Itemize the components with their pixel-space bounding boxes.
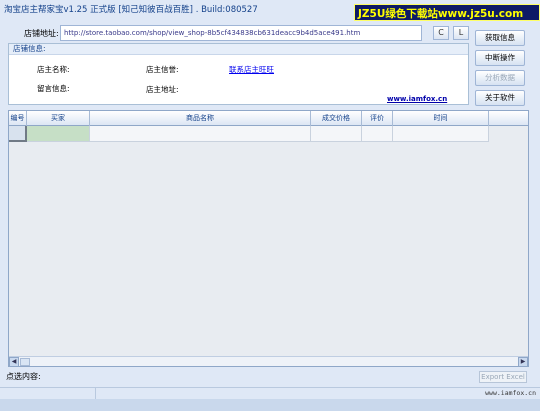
grid-header: 编号 买家 商品名称 成交价格 评价 时间 (9, 111, 528, 126)
scroll-right-icon[interactable]: ▶ (518, 357, 528, 367)
owner-address-label: 店主地址: (146, 85, 179, 94)
results-grid[interactable]: 编号 买家 商品名称 成交价格 评价 时间 ◀ ▶ (8, 110, 529, 367)
horizontal-scrollbar[interactable]: ◀ ▶ (9, 356, 528, 367)
status-segment (0, 388, 96, 399)
scroll-left-icon[interactable]: ◀ (9, 357, 19, 367)
watermark-banner: JZ5U绿色下载站www.jz5u.com (354, 4, 540, 21)
owner-name-label: 店主名称: (37, 65, 70, 74)
shop-url-input[interactable]: http://store.taobao.com/shop/view_shop-8… (60, 25, 422, 41)
export-excel-button[interactable]: Export Excel (479, 371, 527, 383)
contact-owner-link[interactable]: 联系店主旺旺 (229, 64, 274, 75)
owner-credit-label: 店主信誉: (146, 65, 179, 74)
message-label: 留言信息: (37, 84, 70, 93)
buyer-cell[interactable] (27, 126, 90, 142)
status-bar: www.iamfox.cn (0, 387, 540, 399)
url-label: 店铺地址: (24, 29, 59, 38)
rating-cell[interactable] (362, 126, 393, 142)
analyze-data-button[interactable]: 分析数据 (475, 70, 525, 86)
selected-content-label: 点选内容: (6, 372, 41, 381)
price-cell[interactable] (311, 126, 362, 142)
table-row[interactable] (9, 126, 489, 142)
product-name-cell[interactable] (90, 126, 311, 142)
col-price[interactable]: 成交价格 (311, 111, 362, 126)
about-button[interactable]: 关于软件 (475, 90, 525, 106)
bottom-strip (0, 399, 540, 411)
go-button[interactable]: L (453, 26, 469, 40)
col-buyer[interactable]: 买家 (27, 111, 90, 126)
col-filler (489, 111, 528, 126)
site-link[interactable]: www.iamfox.cn (387, 95, 447, 103)
shop-info-panel: 店铺信息: 店主名称: 店主信誉: 联系店主旺旺 留言信息: 店主地址: www… (8, 43, 469, 105)
scroll-thumb[interactable] (20, 358, 30, 366)
refresh-button[interactable]: C (433, 26, 449, 40)
col-rating[interactable]: 评价 (362, 111, 393, 126)
col-time[interactable]: 时间 (393, 111, 489, 126)
fetch-info-button[interactable]: 获取信息 (475, 30, 525, 46)
window-title: 淘宝店主帮家宝v1.25 正式版 [知己知彼百战百胜] . Build:0805… (4, 5, 258, 15)
time-cell[interactable] (393, 126, 489, 142)
shop-info-header: 店铺信息: (9, 44, 468, 55)
status-text: www.iamfox.cn (485, 389, 536, 397)
col-id[interactable]: 编号 (9, 111, 27, 126)
stop-button[interactable]: 中断操作 (475, 50, 525, 66)
row-header-cell[interactable] (9, 126, 27, 142)
col-product-name[interactable]: 商品名称 (90, 111, 311, 126)
